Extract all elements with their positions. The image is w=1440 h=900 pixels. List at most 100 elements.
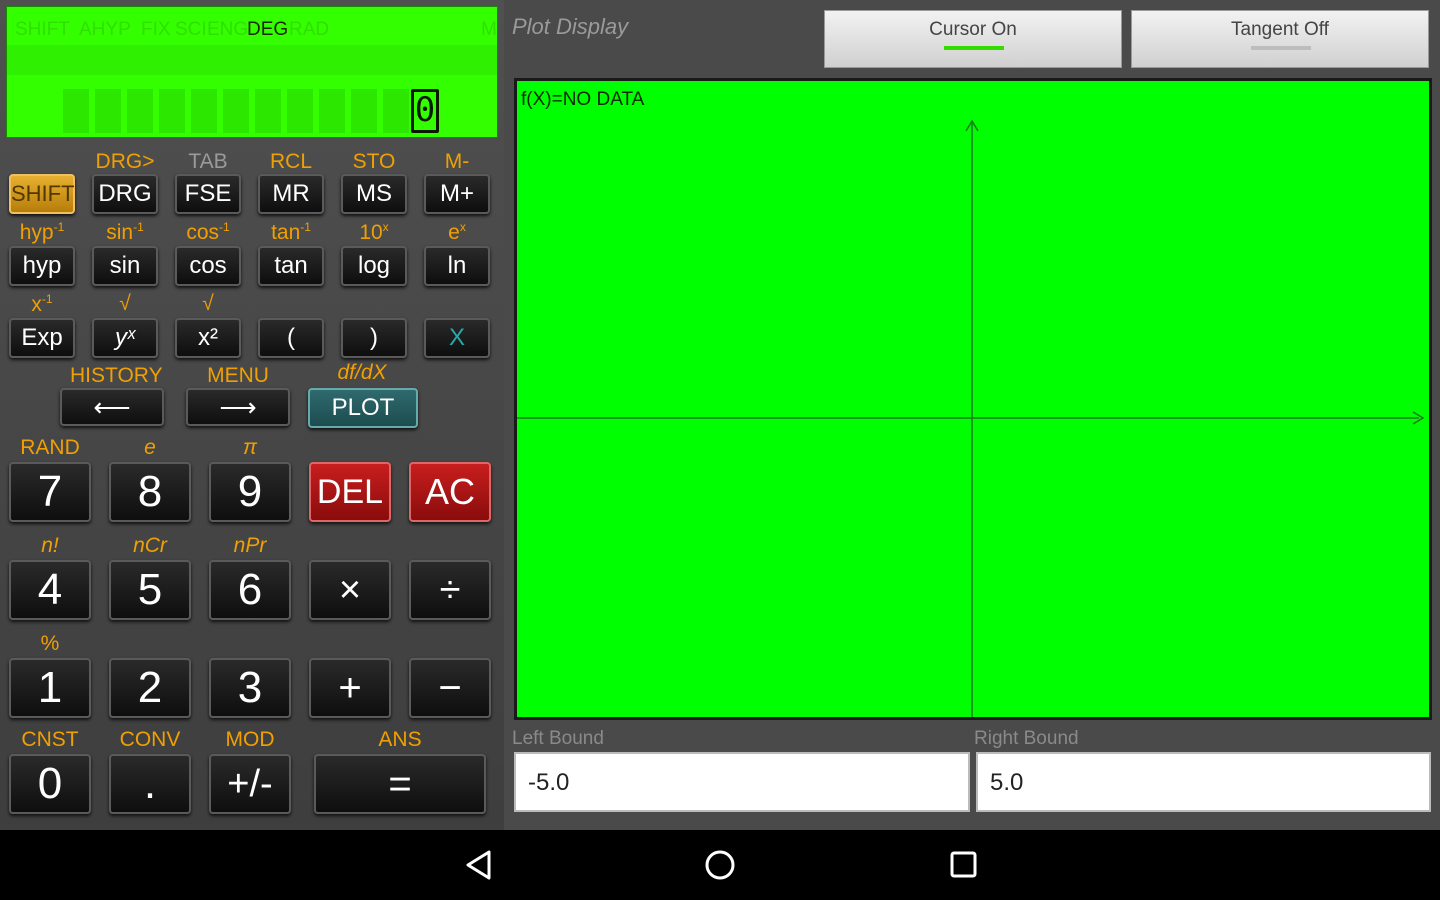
label-e-pow-text: e (448, 221, 460, 244)
label-inv-hyp-text: hyp (19, 221, 54, 244)
label-mod: MOD (225, 728, 275, 751)
power-key[interactable]: yˣ (92, 318, 158, 358)
calculator-panel: SHIFT AHYP FIX SCI ENG DEG RAD M 0 DRG> … (0, 0, 504, 830)
indicator-shift: SHIFT (15, 19, 70, 40)
label-reciprocal-text: x (31, 293, 42, 316)
label-percent: % (40, 632, 60, 655)
close-paren-key[interactable]: ) (341, 318, 407, 358)
label-factorial: n! (41, 534, 59, 557)
label-xroot: √ (83, 292, 167, 316)
label-atan: tan-1 (249, 220, 333, 245)
cursor-toggle-label: Cursor On (929, 19, 1017, 40)
back-arrow-key[interactable]: ⟵ (60, 388, 164, 426)
ms-key[interactable]: MS (341, 174, 407, 214)
label-menu: MENU (207, 364, 269, 387)
label-pi: π (242, 436, 258, 459)
lcd-value: 0 (411, 89, 439, 133)
key-0[interactable]: 0 (9, 754, 91, 814)
label-ans: ANS (378, 728, 422, 751)
ac-key[interactable]: AC (409, 462, 491, 522)
lcd-display: SHIFT AHYP FIX SCI ENG DEG RAD M 0 (6, 6, 498, 138)
key-9[interactable]: 9 (209, 462, 291, 522)
recents-icon[interactable] (950, 851, 977, 878)
divide-key[interactable]: ÷ (409, 560, 491, 620)
label-acos-sup: -1 (219, 220, 230, 234)
label-drg-shift: DRG> (95, 150, 155, 173)
key-7[interactable]: 7 (9, 462, 91, 522)
label-history: HISTORY (70, 364, 163, 387)
plus-key[interactable]: + (309, 658, 391, 718)
key-6[interactable]: 6 (209, 560, 291, 620)
tangent-toggle-button[interactable]: Tangent Off (1131, 10, 1429, 68)
label-e-pow: ex (415, 220, 499, 245)
label-sqrt-text: √ (202, 292, 214, 315)
decimal-key[interactable]: . (109, 754, 191, 814)
forward-arrow-key[interactable]: ⟶ (186, 388, 290, 426)
open-paren-key[interactable]: ( (258, 318, 324, 358)
plot-canvas[interactable]: f(X)=NO DATA (514, 78, 1432, 720)
plot-axes (517, 119, 1425, 717)
plot-display-title: Plot Display (512, 14, 629, 39)
label-rand: RAND (20, 436, 80, 459)
left-bound-input[interactable]: -5.0 (514, 752, 970, 812)
label-acos-text: cos (186, 221, 219, 244)
label-ncr: nCr (133, 534, 167, 557)
lcd-band (7, 45, 497, 75)
label-reciprocal: x-1 (0, 292, 84, 317)
indicator-eng: ENG (207, 19, 249, 40)
right-bound-input[interactable]: 5.0 (976, 752, 1431, 812)
indicator-fix: FIX (141, 19, 171, 40)
label-ten-pow: 10x (332, 220, 416, 245)
tangent-off-indicator (1251, 46, 1311, 50)
label-ten-pow-sup: x (382, 220, 389, 234)
ln-key[interactable]: ln (424, 246, 490, 286)
key-3[interactable]: 3 (209, 658, 291, 718)
home-icon[interactable] (705, 850, 735, 880)
cursor-toggle-button[interactable]: Cursor On (824, 10, 1122, 68)
key-2[interactable]: 2 (109, 658, 191, 718)
log-key[interactable]: log (341, 246, 407, 286)
back-icon[interactable] (466, 850, 491, 880)
sign-toggle-key[interactable]: +/- (209, 754, 291, 814)
square-key[interactable]: x² (175, 318, 241, 358)
label-sqrt: √ (166, 292, 250, 316)
key-1[interactable]: 1 (9, 658, 91, 718)
equals-key[interactable]: = (314, 754, 486, 814)
del-key[interactable]: DEL (309, 462, 391, 522)
tan-key[interactable]: tan (258, 246, 324, 286)
label-conv: CONV (119, 728, 181, 751)
key-5[interactable]: 5 (109, 560, 191, 620)
indicator-ahyp: AHYP (79, 19, 131, 40)
key-8[interactable]: 8 (109, 462, 191, 522)
label-inv-hyp: hyp-1 (0, 220, 84, 245)
indicator-memory: M (481, 19, 497, 40)
drg-key[interactable]: DRG (92, 174, 158, 214)
label-atan-sup: -1 (300, 220, 311, 234)
indicator-rad: RAD (289, 19, 330, 40)
minus-key[interactable]: − (409, 658, 491, 718)
label-inv-hyp-sup: -1 (53, 220, 65, 234)
mr-key[interactable]: MR (258, 174, 324, 214)
m-plus-key[interactable]: M+ (424, 174, 490, 214)
tangent-toggle-label: Tangent Off (1231, 19, 1329, 40)
label-asin-text: sin (106, 221, 134, 244)
cos-key[interactable]: cos (175, 246, 241, 286)
variable-x-key[interactable]: X (424, 318, 490, 358)
label-tab: TAB (188, 150, 228, 173)
key-4[interactable]: 4 (9, 560, 91, 620)
hyp-key[interactable]: hyp (9, 246, 75, 286)
multiply-key[interactable]: × (309, 560, 391, 620)
label-reciprocal-sup: -1 (41, 292, 53, 306)
fse-key[interactable]: FSE (175, 174, 241, 214)
indicator-sci: SCI (175, 19, 207, 40)
right-bound-label: Right Bound (974, 728, 1079, 749)
plot-key[interactable]: PLOT (308, 388, 418, 428)
label-xroot-text: √ (119, 292, 131, 315)
label-m-minus: M- (444, 150, 470, 173)
label-asin: sin-1 (83, 220, 167, 245)
exp-key[interactable]: Exp (9, 318, 75, 358)
sin-key[interactable]: sin (92, 246, 158, 286)
system-nav-bar (0, 830, 1440, 900)
shift-key[interactable]: SHIFT (9, 174, 75, 214)
label-e-pow-sup: x (459, 220, 466, 234)
